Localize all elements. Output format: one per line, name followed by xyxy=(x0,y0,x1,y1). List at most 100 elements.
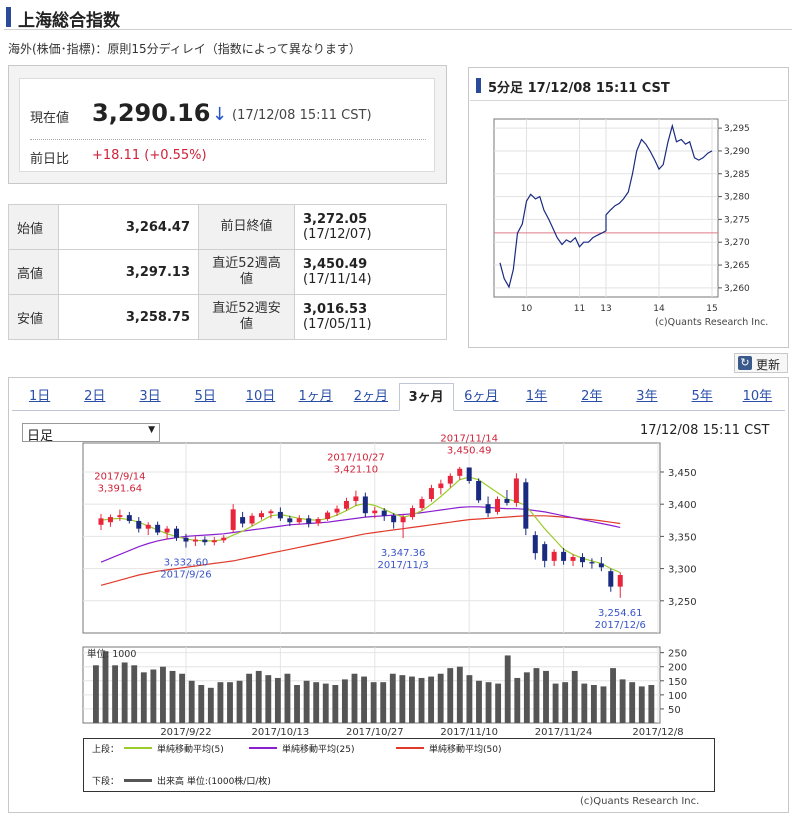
stats-table: 始値 3,264.47 前日終値 3,272.05 (17/12/07) 高値 … xyxy=(8,204,447,340)
minute-y-tick-label: 3,260 xyxy=(724,284,750,294)
period-tabs: 1日 2日 3日 5日 10日 1ヶ月 2ヶ月 3ヶ月 6ヶ月 1年 2年 3年 5年 10年 xyxy=(12,383,785,411)
high-value: 3,297.13 xyxy=(58,249,199,295)
minute-copyright: (c)Quants Research Inc. xyxy=(655,317,768,328)
table-row: 安値 3,258.75 直近52週安値 3,016.53 (17/05/11) xyxy=(8,294,447,340)
legend-upper-label: 上段： xyxy=(92,745,120,755)
legend-volume: 出来高 単位:(1000株/口/枚) xyxy=(157,777,271,787)
tab-label: 3ヶ月 xyxy=(408,390,444,405)
legend-ma25: 単純移動平均(25) xyxy=(282,745,355,755)
daily-copyright: (c)Quants Research Inc. xyxy=(580,796,700,807)
page-header: 上海総合指数 xyxy=(4,4,792,31)
tab-label: 2日 xyxy=(84,389,106,404)
minute-title-accent xyxy=(476,78,481,93)
52w-low-label: 直近52週安値 xyxy=(198,294,295,340)
52w-low-date: (17/05/11) xyxy=(303,317,372,332)
legend-ma50-line xyxy=(396,747,424,749)
refresh-label: 更新 xyxy=(756,358,781,372)
tab-9[interactable]: 1年 xyxy=(509,383,564,411)
52w-low-number: 3,016.53 xyxy=(303,302,368,317)
tab-label: 10年 xyxy=(742,389,773,404)
period-select[interactable]: 日足 ▼ xyxy=(22,423,160,444)
quote-panel: 現在値 3,290.16 ↓ (17/12/08 15:11 CST) 前日比 … xyxy=(8,65,447,184)
legend-ma50: 単純移動平均(50) xyxy=(429,745,502,755)
high-label: 高値 xyxy=(8,249,59,295)
minute-x-tick-label: 10 xyxy=(521,304,533,314)
legend-ma5: 単純移動平均(5) xyxy=(157,745,224,755)
minute-y-tick-label: 3,265 xyxy=(724,261,750,271)
tab-label: 1日 xyxy=(28,389,51,404)
quote-inner: 現在値 3,290.16 ↓ (17/12/08 15:11 CST) 前日比 … xyxy=(19,78,435,172)
tab-7[interactable]: 3ヶ月 xyxy=(398,383,454,411)
low-value: 3,258.75 xyxy=(58,294,199,340)
change-value: +18.11 (+0.55%) xyxy=(92,148,207,163)
minute-y-tick-label: 3,295 xyxy=(724,124,750,134)
minute-y-tick-label: 3,280 xyxy=(724,193,750,203)
quote-time: (17/12/08 15:11 CST) xyxy=(232,108,372,123)
minute-chart-title: 5分足 17/12/08 15:11 CST xyxy=(488,81,670,96)
table-row: 高値 3,297.13 直近52週高値 3,450.49 (17/11/14) xyxy=(8,249,447,295)
tab-10[interactable]: 2年 xyxy=(564,383,619,411)
prev-close-date: (17/12/07) xyxy=(303,227,372,242)
tab-label: 5年 xyxy=(691,389,713,404)
minute-y-tick-label: 3,290 xyxy=(724,147,750,157)
down-arrow-icon: ↓ xyxy=(212,104,228,125)
tab-8[interactable]: 6ヶ月 xyxy=(454,383,509,411)
tab-label: 1ヶ月 xyxy=(298,389,333,404)
delay-note: 海外(株価･指標)：原則15分ディレイ（指数によって異なります） xyxy=(8,42,361,56)
minute-x-tick-label: 13 xyxy=(600,304,611,314)
open-label: 始値 xyxy=(8,204,59,250)
tab-label: 3年 xyxy=(636,389,658,404)
52w-high-number: 3,450.49 xyxy=(303,257,368,272)
legend-volume-line xyxy=(124,779,152,782)
tab-12[interactable]: 5年 xyxy=(675,383,730,411)
open-value: 3,264.47 xyxy=(58,204,199,250)
minute-chart-header: 5分足 17/12/08 15:11 CST xyxy=(470,69,787,101)
tab-6[interactable]: 2ヶ月 xyxy=(343,383,398,411)
tab-label: 1年 xyxy=(525,389,548,404)
title-accent-bar xyxy=(6,7,11,27)
period-select-value: 日足 xyxy=(27,429,54,444)
change-label: 前日比 xyxy=(30,152,70,167)
minute-y-tick-label: 3,285 xyxy=(724,170,750,180)
tab-0[interactable]: 1日 xyxy=(12,383,67,411)
52w-high-label: 直近52週高値 xyxy=(198,249,295,295)
chart-legend: 上段： 単純移動平均(5) 単純移動平均(25) 単純移動平均(50) 下段： … xyxy=(83,738,715,792)
minute-x-tick-label: 15 xyxy=(706,304,717,314)
legend-ma25-line xyxy=(249,747,277,749)
tab-13[interactable]: 10年 xyxy=(730,383,785,411)
minute-chart: 3,295 3,290 3,285 3,280 3,275 3,270 3,265 3,260… xyxy=(493,118,768,328)
page-title: 上海総合指数 xyxy=(18,11,120,31)
tab-2[interactable]: 3日 xyxy=(122,383,177,411)
prev-close-value: 3,272.05 (17/12/07) xyxy=(294,204,447,250)
tab-3[interactable]: 5日 xyxy=(178,383,233,411)
52w-high-date: (17/11/14) xyxy=(303,272,372,287)
tab-label: 3日 xyxy=(139,389,161,404)
minute-x-tick-label: 11 xyxy=(574,304,585,314)
prev-close-number: 3,272.05 xyxy=(303,212,368,227)
tab-4[interactable]: 10日 xyxy=(233,383,288,411)
legend-lower-label: 下段： xyxy=(92,777,120,787)
tab-label: 5日 xyxy=(194,389,216,404)
52w-low-value: 3,016.53 (17/05/11) xyxy=(294,294,447,340)
tab-label: 10日 xyxy=(245,389,276,404)
low-label: 安値 xyxy=(8,294,59,340)
tab-1[interactable]: 2日 xyxy=(67,383,122,411)
chevron-down-icon: ▼ xyxy=(148,425,155,435)
tab-5[interactable]: 1ヶ月 xyxy=(288,383,343,411)
tab-11[interactable]: 3年 xyxy=(619,383,674,411)
refresh-button[interactable]: ↻ 更新 xyxy=(734,353,788,373)
divider xyxy=(30,139,426,140)
tab-label: 2ヶ月 xyxy=(353,389,389,404)
minute-y-tick-label: 3,270 xyxy=(724,238,750,248)
refresh-icon: ↻ xyxy=(738,356,752,370)
legend-ma5-line xyxy=(124,747,152,749)
52w-high-value: 3,450.49 (17/11/14) xyxy=(294,249,447,295)
minute-x-tick-label: 14 xyxy=(653,304,665,314)
tab-label: 2年 xyxy=(581,389,603,404)
table-row: 始値 3,264.47 前日終値 3,272.05 (17/12/07) xyxy=(8,204,447,250)
prev-close-label: 前日終値 xyxy=(198,204,295,250)
tab-label: 6ヶ月 xyxy=(464,389,499,404)
current-value-label: 現在値 xyxy=(30,111,70,126)
minute-y-tick-label: 3,275 xyxy=(724,215,750,225)
current-value: 3,290.16 xyxy=(92,99,211,127)
